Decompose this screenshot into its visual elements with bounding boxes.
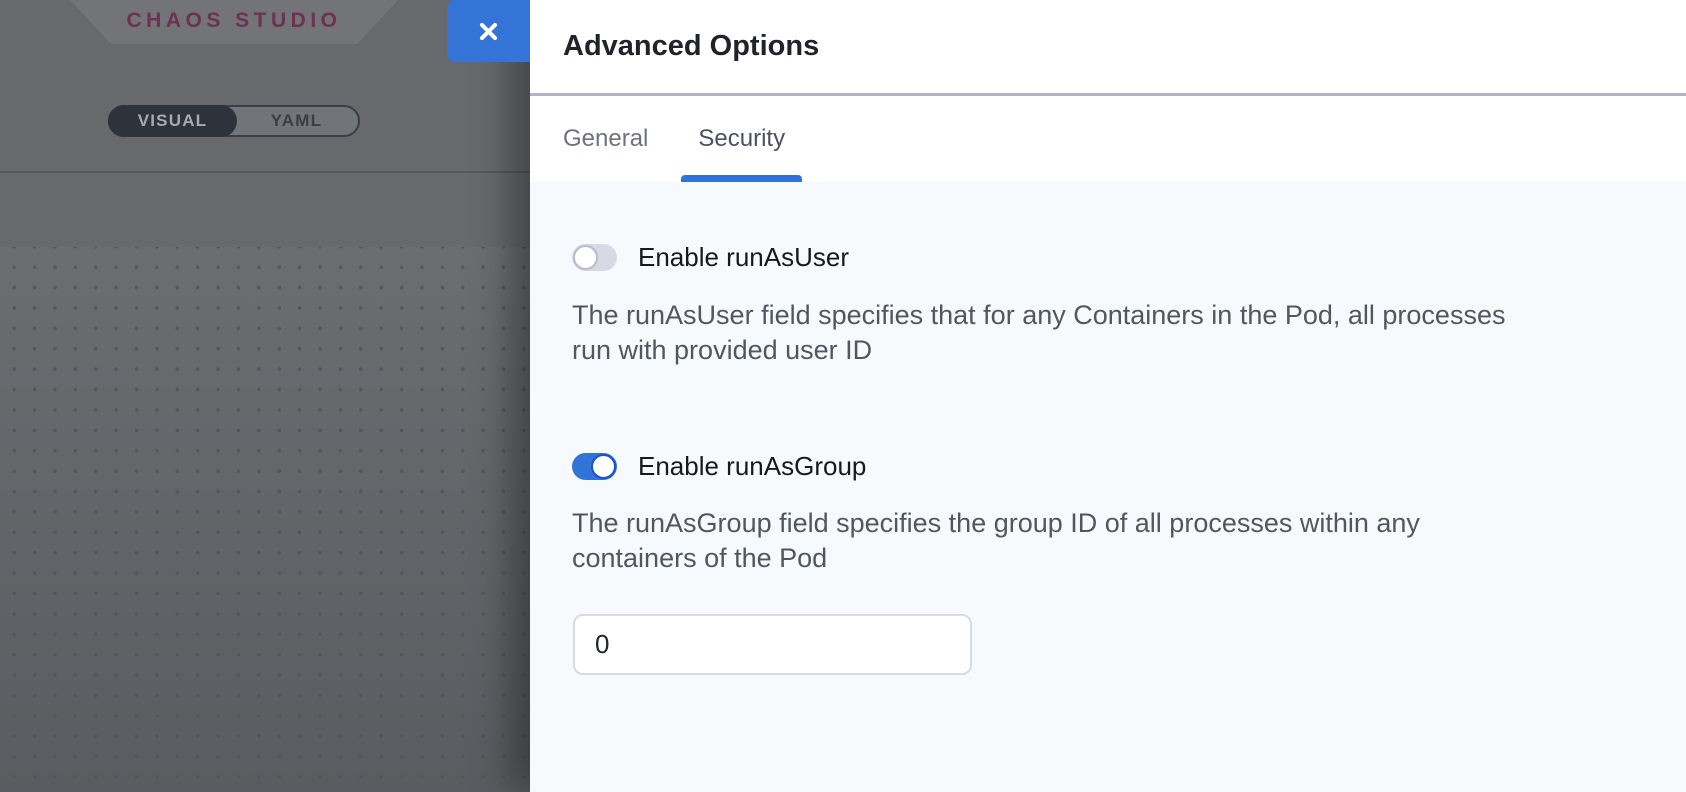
close-drawer-button[interactable]	[447, 0, 530, 62]
chaos-studio-background: CHAOS STUDIO VISUAL YAML	[0, 0, 530, 792]
toggle-knob	[573, 245, 598, 270]
close-icon	[475, 18, 502, 45]
chaos-studio-logo-text: CHAOS STUDIO	[126, 9, 341, 35]
run-as-group-description: The runAsGroup field specifies the group…	[572, 506, 1420, 576]
run-as-user-label: Enable runAsUser	[638, 242, 849, 273]
description-line: containers of the Pod	[572, 541, 1420, 576]
yaml-mode-tab[interactable]: YAML	[233, 105, 360, 137]
run-as-group-toggle[interactable]	[572, 453, 617, 480]
advanced-options-drawer: Advanced Options General Security Enable…	[530, 0, 1686, 792]
visual-yaml-switch: VISUAL YAML	[108, 105, 360, 137]
security-tab-content: Enable runAsUser The runAsUser field spe…	[530, 182, 1686, 789]
run-as-user-row: Enable runAsUser	[572, 242, 849, 273]
visual-mode-label: VISUAL	[138, 111, 208, 131]
run-as-group-row: Enable runAsGroup	[572, 451, 866, 482]
toolbar-divider	[0, 171, 530, 173]
description-line: run with provided user ID	[572, 333, 1505, 368]
yaml-mode-label: YAML	[271, 111, 322, 131]
tab-security[interactable]: Security	[681, 96, 802, 182]
run-as-group-value-input[interactable]	[573, 614, 972, 675]
visual-mode-tab[interactable]: VISUAL	[108, 105, 237, 137]
drawer-header: Advanced Options	[530, 0, 1686, 96]
toggle-knob	[591, 454, 616, 479]
chaos-studio-logo-banner: CHAOS STUDIO	[70, 0, 398, 44]
description-line: The runAsGroup field specifies the group…	[572, 506, 1420, 541]
description-line: The runAsUser field specifies that for a…	[572, 298, 1505, 333]
run-as-group-label: Enable runAsGroup	[638, 451, 866, 482]
run-as-user-description: The runAsUser field specifies that for a…	[572, 298, 1505, 368]
drawer-title: Advanced Options	[563, 30, 819, 63]
workflow-canvas	[0, 247, 530, 792]
run-as-user-toggle[interactable]	[572, 244, 617, 271]
drawer-tabs: General Security	[530, 96, 1686, 182]
tab-general[interactable]: General	[546, 96, 665, 182]
